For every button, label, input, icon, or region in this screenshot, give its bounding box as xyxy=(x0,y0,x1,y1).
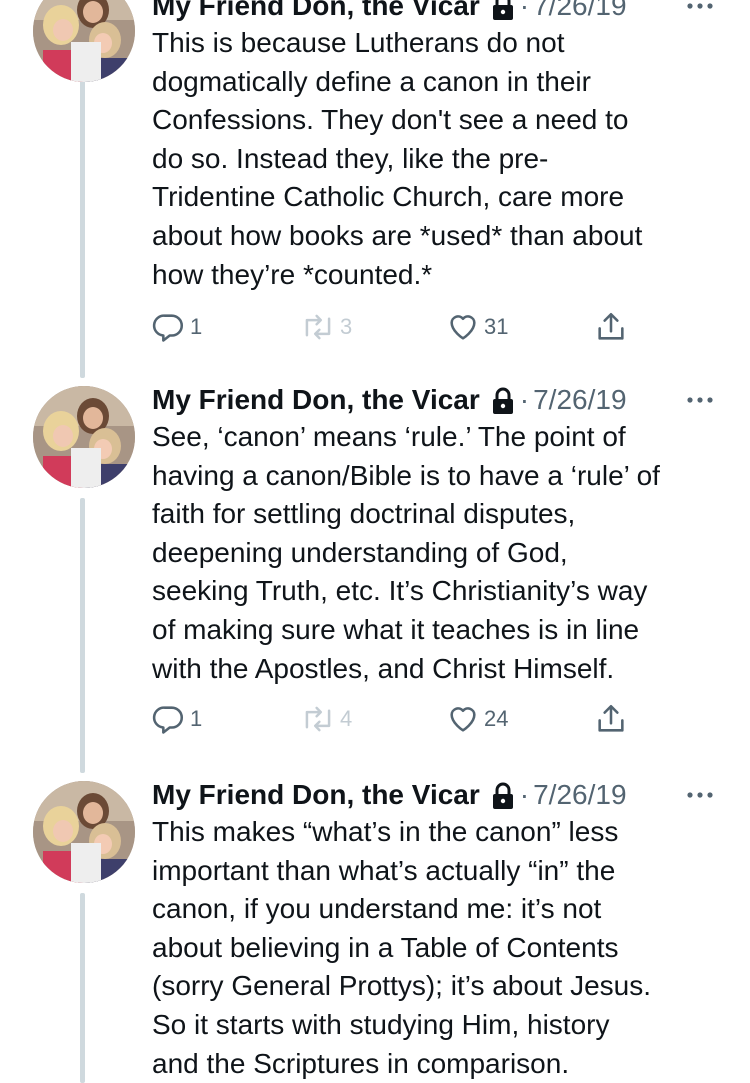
reply-count: 1 xyxy=(190,314,203,339)
reply-count: 1 xyxy=(190,706,203,731)
tweet[interactable]: My Friend Don, the Vicar · 7/26/19 This … xyxy=(0,775,750,1083)
tweet-text: See, ‘canon’ means ‘rule.’ The point of … xyxy=(152,421,660,684)
tweet-text: This is because Lutherans do not dogmati… xyxy=(152,27,643,290)
author-name[interactable]: My Friend Don, the Vicar xyxy=(152,775,480,815)
retweet-count: 3 xyxy=(340,314,353,339)
tweet-text: This makes “what’s in the canon” less im… xyxy=(152,816,651,1079)
tweet-date[interactable]: 7/26/19 xyxy=(533,0,626,26)
heart-icon xyxy=(450,707,476,732)
tweet-date[interactable]: 7/26/19 xyxy=(533,380,626,420)
retweet-count: 4 xyxy=(340,706,353,731)
lock-icon xyxy=(490,781,516,809)
retweet-icon xyxy=(305,314,331,340)
author-name[interactable]: My Friend Don, the Vicar xyxy=(152,380,480,420)
tweet[interactable]: My Friend Don, the Vicar · 7/26/19 See, … xyxy=(0,380,750,770)
more-icon[interactable] xyxy=(684,0,716,14)
retweet-button[interactable]: 3 xyxy=(300,309,352,345)
heart-icon xyxy=(450,315,476,340)
share-button[interactable] xyxy=(594,701,628,737)
more-icon[interactable] xyxy=(684,787,716,803)
lock-icon xyxy=(490,386,516,414)
share-button[interactable] xyxy=(594,309,628,345)
reply-icon xyxy=(152,706,184,734)
retweet-button[interactable]: 4 xyxy=(300,701,352,737)
like-count: 31 xyxy=(484,314,509,339)
separator-dot: · xyxy=(519,384,530,415)
like-count: 24 xyxy=(484,706,509,731)
reply-button[interactable]: 1 xyxy=(152,701,202,737)
tweet-header: My Friend Don, the Vicar · 7/26/19 xyxy=(152,380,627,420)
tweet-header: My Friend Don, the Vicar · 7/26/19 xyxy=(152,0,627,26)
like-button[interactable]: 31 xyxy=(446,309,508,345)
tweet[interactable]: My Friend Don, the Vicar · 7/26/19 This … xyxy=(0,0,750,366)
retweet-icon xyxy=(305,706,331,732)
separator-dot: · xyxy=(519,0,530,21)
tweet-header: My Friend Don, the Vicar · 7/26/19 xyxy=(152,775,627,815)
avatar[interactable] xyxy=(33,0,135,82)
share-icon xyxy=(598,704,624,732)
reply-button[interactable]: 1 xyxy=(152,309,202,345)
author-name[interactable]: My Friend Don, the Vicar xyxy=(152,0,480,26)
tweet-actions: 1 3 31 xyxy=(152,309,652,345)
reply-icon xyxy=(152,314,184,342)
avatar[interactable] xyxy=(33,386,135,488)
tweet-actions: 1 4 24 xyxy=(152,701,652,737)
share-icon xyxy=(598,312,624,340)
separator-dot: · xyxy=(519,779,530,810)
like-button[interactable]: 24 xyxy=(446,701,508,737)
tweet-date[interactable]: 7/26/19 xyxy=(533,775,626,815)
more-icon[interactable] xyxy=(684,392,716,408)
lock-icon xyxy=(490,0,516,20)
avatar[interactable] xyxy=(33,781,135,883)
